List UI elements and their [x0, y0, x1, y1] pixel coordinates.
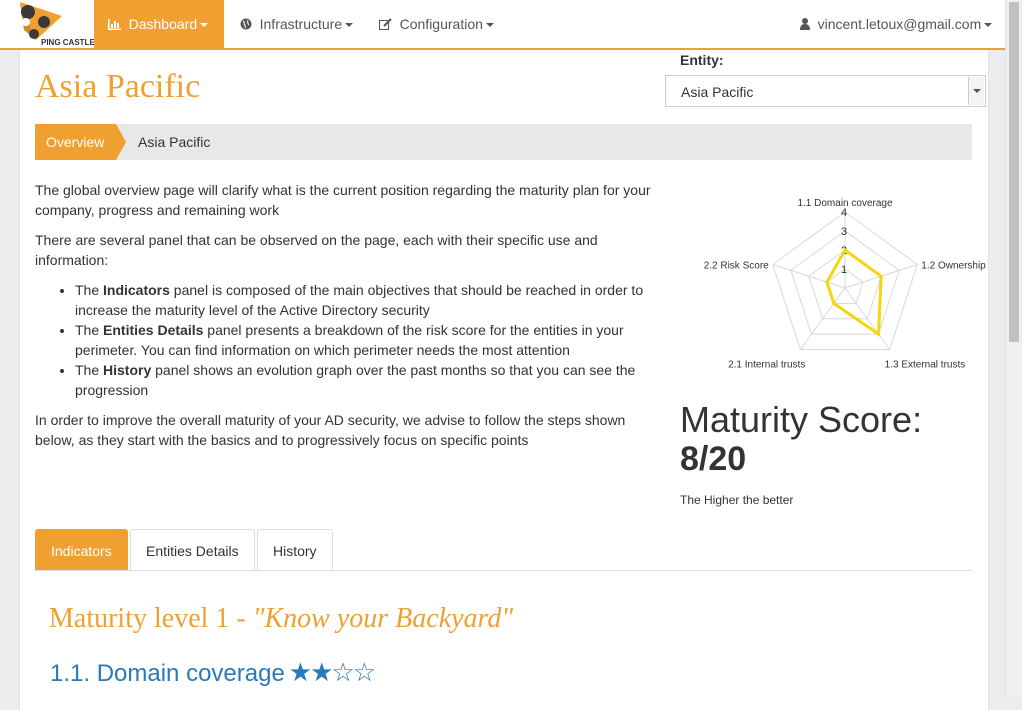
radar-axis-label: 1.3 External trusts	[885, 359, 966, 370]
entity-label: Entity:	[680, 52, 724, 68]
star-rating-icon: ★★☆☆	[288, 657, 376, 687]
panel-list: The Indicators panel is composed of the …	[35, 280, 655, 400]
list-item: The Indicators panel is composed of the …	[75, 280, 655, 320]
user-icon	[800, 17, 814, 32]
nav-dashboard[interactable]: Dashboard	[94, 0, 224, 48]
radar-series-line	[825, 247, 883, 337]
list-item: The History panel shows an evolution gra…	[75, 360, 655, 400]
radar-tick-label: 3	[841, 226, 847, 238]
entity-select-value: Asia Pacific	[681, 84, 754, 100]
nav-user-label: vincent.letoux@gmail.com	[817, 16, 982, 32]
list-item: The Entities Details panel presents a br…	[75, 320, 655, 360]
nav-configuration[interactable]: Configuration	[365, 0, 508, 48]
bar-chart-icon	[108, 17, 125, 32]
entity-select[interactable]: Asia Pacific	[665, 75, 986, 107]
radar-tick-label: 1	[841, 264, 847, 276]
vertical-scrollbar[interactable]	[1005, 0, 1022, 695]
radar-axis-label: 1.2 Ownership	[921, 261, 986, 272]
chevron-down-icon[interactable]	[968, 77, 984, 105]
top-navbar: PING CASTLE Dashboard Infrastructure Con…	[0, 0, 1005, 50]
nav-infrastructure[interactable]: Infrastructure	[226, 0, 367, 48]
nav-user-menu[interactable]: vincent.letoux@gmail.com	[786, 0, 1006, 48]
scrollbar-thumb[interactable]	[1009, 2, 1019, 342]
breadcrumb-current: Asia Pacific	[138, 134, 211, 150]
nav-dashboard-label: Dashboard	[128, 16, 198, 32]
caret-down-icon	[345, 23, 354, 28]
section-heading: 1.1. Domain coverage ★★☆☆	[50, 657, 376, 688]
globe-icon	[240, 17, 256, 32]
maturity-radar-chart: 43211.1 Domain coverage1.2 Ownership1.3 …	[704, 198, 987, 370]
caret-down-icon	[485, 23, 494, 28]
breadcrumb: Overview Asia Pacific	[35, 124, 972, 160]
section-title-text: 1.1. Domain coverage	[50, 660, 285, 687]
caret-down-icon	[200, 23, 209, 28]
radar-axis-label: 1.1 Domain coverage	[797, 198, 892, 209]
tab-history[interactable]: History	[257, 529, 333, 571]
maturity-score-label: Maturity Score:	[680, 399, 923, 440]
breadcrumb-overview[interactable]: Overview	[35, 124, 126, 160]
intro-paragraph-3: In order to improve the overall maturity…	[35, 412, 626, 448]
maturity-level-heading: Maturity level 1 - "Know your Backyard"	[49, 603, 514, 634]
maturity-score-note: The Higher the better	[680, 493, 794, 507]
nav-configuration-label: Configuration	[399, 16, 483, 32]
radar-axis-label: 2.2 Risk Score	[704, 261, 769, 272]
nav-infrastructure-label: Infrastructure	[259, 16, 343, 32]
ping-castle-logo[interactable]: PING CASTLE	[0, 0, 95, 48]
tab-indicators[interactable]: Indicators	[35, 529, 128, 571]
intro-paragraph-1: The global overview page will clarify wh…	[35, 182, 651, 218]
intro-paragraph-2: There are several panel that can be obse…	[35, 232, 598, 268]
caret-down-icon	[984, 23, 993, 28]
page-title: Asia Pacific	[35, 68, 201, 105]
main-content: Asia Pacific Entity: Asia Pacific Overvi…	[19, 50, 989, 710]
edit-icon	[379, 17, 396, 32]
tab-entities-details[interactable]: Entities Details	[130, 529, 255, 571]
radar-axis-label: 2.1 Internal trusts	[728, 359, 805, 370]
maturity-score-value: 8/20	[680, 440, 747, 478]
tabs-divider	[35, 570, 972, 571]
intro-text: The global overview page will clarify wh…	[35, 180, 655, 460]
logo-text: PING CASTLE	[41, 38, 94, 47]
